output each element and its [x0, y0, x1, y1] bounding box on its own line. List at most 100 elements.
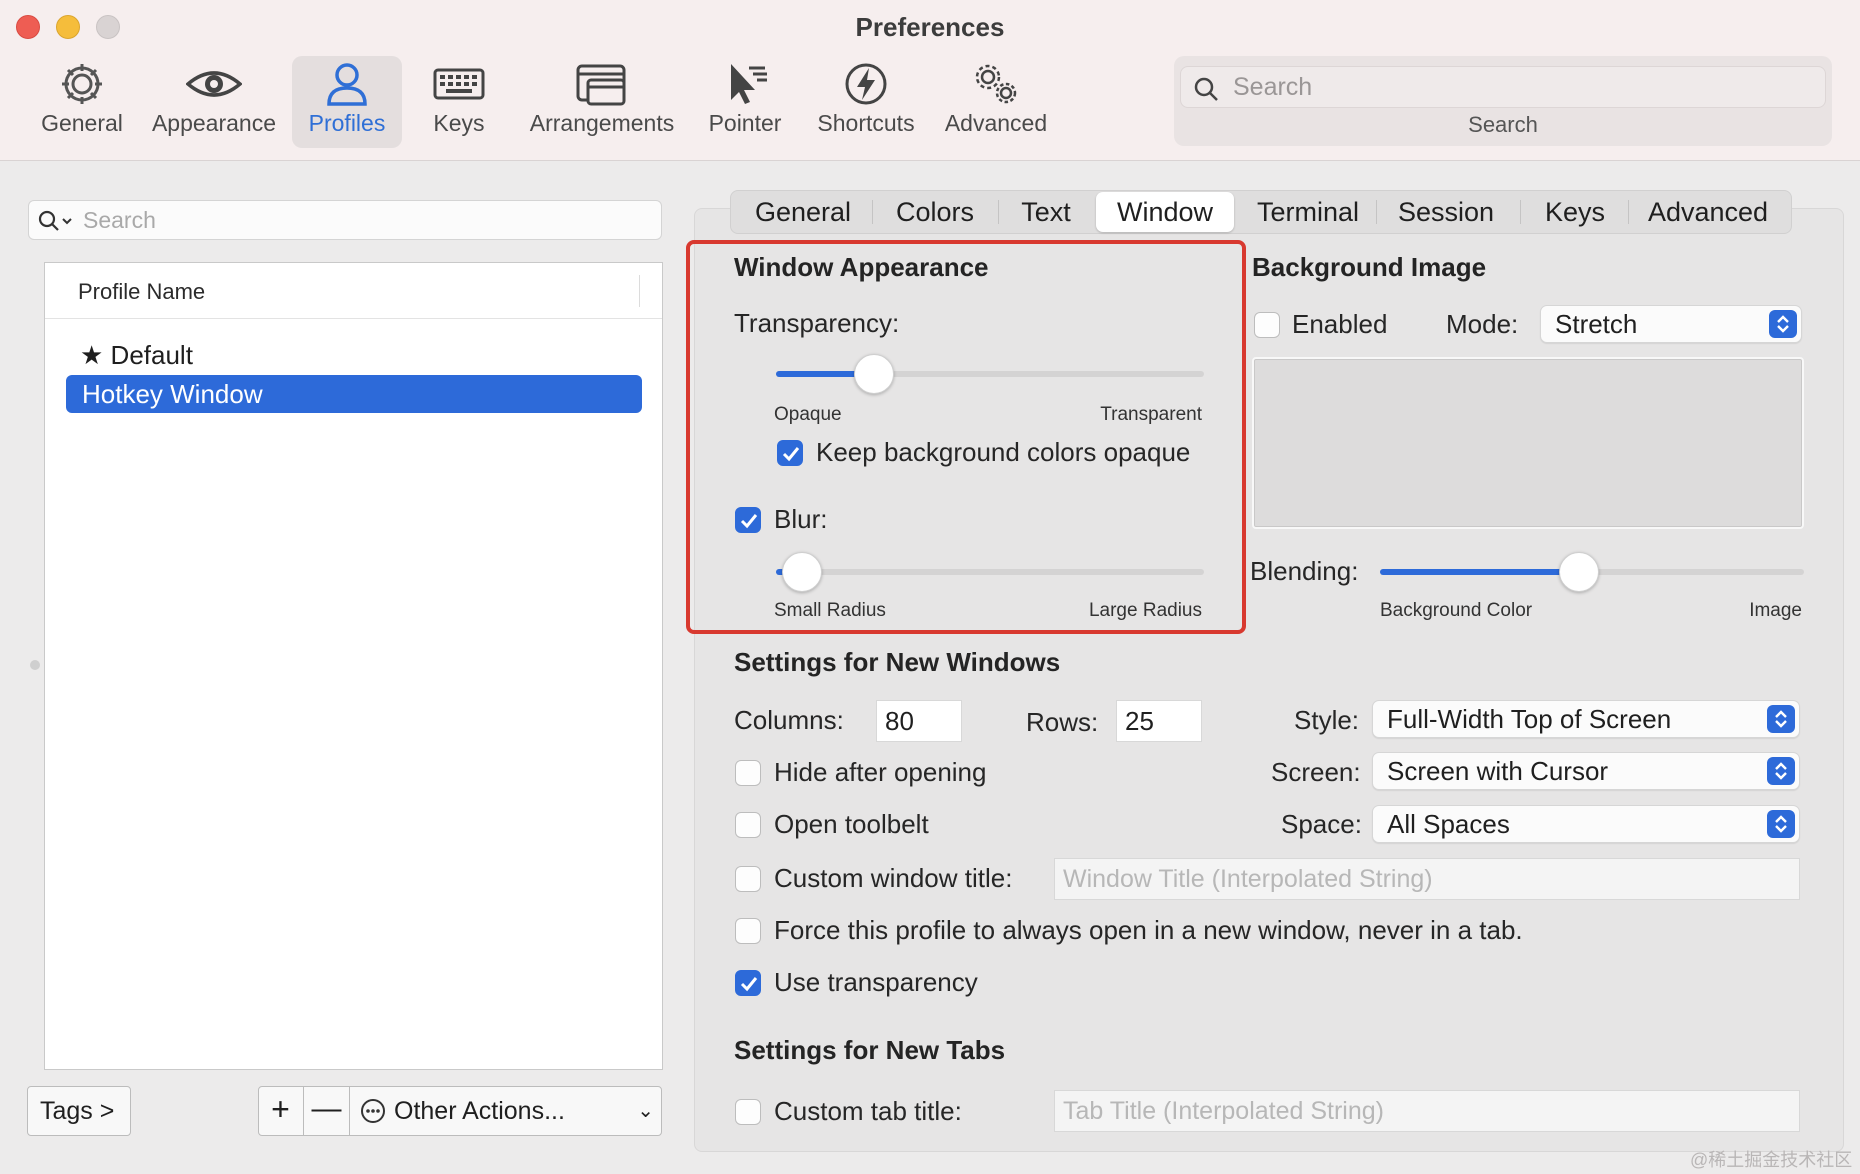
- force-new-window-checkbox[interactable]: [735, 918, 761, 944]
- window-title: Preferences: [855, 12, 1005, 42]
- tab-separator: [998, 200, 999, 224]
- columns-input[interactable]: 80: [876, 700, 962, 742]
- space-value: All Spaces: [1387, 809, 1510, 839]
- style-value: Full-Width Top of Screen: [1387, 704, 1672, 734]
- toolbar-keys[interactable]: Keys: [414, 56, 504, 148]
- tab-terminal[interactable]: Terminal: [1244, 192, 1372, 232]
- hide-after-opening-label: Hide after opening: [774, 757, 987, 787]
- columns-label: Columns:: [734, 705, 844, 735]
- custom-tab-title-label: Custom tab title:: [774, 1096, 962, 1126]
- toolbar-search-caption: Search: [1468, 112, 1538, 137]
- add-profile-button[interactable]: +: [258, 1086, 304, 1136]
- split-view-handle[interactable]: [30, 660, 40, 670]
- other-actions-menu[interactable]: Other Actions... ⌄: [352, 1086, 662, 1136]
- blur-label: Blur:: [774, 504, 828, 534]
- space-select[interactable]: All Spaces: [1372, 805, 1800, 843]
- use-transparency-checkbox[interactable]: [735, 970, 761, 996]
- bg-image-enabled-label: Enabled: [1292, 309, 1388, 339]
- new-tabs-heading: Settings for New Tabs: [734, 1035, 1006, 1065]
- profile-item-label: Hotkey Window: [82, 379, 263, 409]
- open-toolbelt-label: Open toolbelt: [774, 809, 929, 839]
- checkmark-icon: [782, 447, 800, 462]
- bg-image-well[interactable]: [1252, 357, 1804, 529]
- toolbar-profiles[interactable]: Profiles: [292, 56, 402, 148]
- toolbar-appearance-label: Appearance: [151, 110, 277, 136]
- tab-text[interactable]: Text: [1004, 192, 1088, 232]
- gears-icon: [975, 64, 1017, 104]
- tab-separator: [1376, 200, 1377, 224]
- watermark: @稀土掘金技术社区: [1690, 1150, 1853, 1170]
- custom-window-title-input[interactable]: Window Title (Interpolated String): [1054, 858, 1800, 900]
- toolbar-advanced[interactable]: Advanced: [938, 56, 1054, 148]
- toolbar-advanced-label: Advanced: [944, 110, 1048, 136]
- tab-window[interactable]: Window: [1096, 192, 1234, 232]
- open-toolbelt-checkbox[interactable]: [735, 812, 761, 838]
- tab-keys[interactable]: Keys: [1526, 192, 1624, 232]
- hide-after-opening-checkbox[interactable]: [735, 760, 761, 786]
- use-transparency-label: Use transparency: [774, 967, 978, 997]
- checkmark-icon: [740, 977, 758, 992]
- star-icon: ★: [80, 340, 104, 370]
- tab-separator: [1628, 200, 1629, 224]
- tags-button[interactable]: Tags >: [27, 1086, 131, 1136]
- bolt-icon: [845, 63, 887, 105]
- bg-mode-value: Stretch: [1555, 309, 1638, 339]
- profile-item-hotkey-window[interactable]: Hotkey Window: [66, 375, 642, 413]
- column-separator: [639, 275, 640, 307]
- blur-slider[interactable]: [776, 569, 1204, 575]
- toolbar-pointer[interactable]: Pointer: [700, 56, 790, 148]
- search-icon: [1194, 77, 1218, 101]
- toolbar-search-input[interactable]: Search: [1180, 66, 1826, 108]
- profile-item-label: Default: [110, 340, 193, 370]
- keyboard-icon: [433, 68, 485, 100]
- rows-input[interactable]: 25: [1116, 700, 1202, 742]
- checkmark-icon: [740, 514, 758, 529]
- bg-image-enabled-checkbox[interactable]: [1254, 312, 1280, 338]
- tab-advanced[interactable]: Advanced: [1634, 192, 1782, 232]
- blur-slider-knob[interactable]: [781, 552, 822, 592]
- screen-select[interactable]: Screen with Cursor: [1372, 752, 1800, 790]
- toolbar-appearance[interactable]: Appearance: [148, 56, 280, 148]
- toolbar-pointer-label: Pointer: [708, 110, 782, 136]
- eye-icon: [186, 71, 242, 97]
- tab-general[interactable]: General: [740, 192, 866, 232]
- screen-label: Screen:: [1271, 757, 1361, 787]
- tab-separator: [872, 200, 873, 224]
- select-stepper-icon: [1769, 310, 1797, 338]
- toolbar-general[interactable]: General: [34, 56, 130, 148]
- custom-window-title-checkbox[interactable]: [735, 866, 761, 892]
- profile-search-input[interactable]: Search: [28, 200, 662, 240]
- custom-tab-title-checkbox[interactable]: [735, 1099, 761, 1125]
- rows-label: Rows:: [1026, 707, 1099, 737]
- tab-separator: [1520, 200, 1521, 224]
- style-select[interactable]: Full-Width Top of Screen: [1372, 700, 1800, 738]
- space-label: Space:: [1281, 809, 1362, 839]
- windows-icon: [576, 64, 626, 106]
- profile-list-header[interactable]: Profile Name: [45, 263, 662, 319]
- toolbar-keys-label: Keys: [433, 110, 485, 136]
- blending-min-label: Background Color: [1380, 600, 1533, 621]
- profile-search-placeholder: Search: [83, 207, 156, 233]
- screen-value: Screen with Cursor: [1387, 756, 1609, 786]
- toolbar-arrangements[interactable]: Arrangements: [524, 56, 680, 148]
- bg-mode-select[interactable]: Stretch: [1540, 305, 1802, 343]
- person-icon: [327, 63, 367, 106]
- blending-label: Blending:: [1250, 556, 1359, 586]
- toolbar-arrangements-label: Arrangements: [529, 110, 675, 136]
- blending-slider-knob[interactable]: [1559, 552, 1600, 592]
- other-actions-label: Other Actions...: [394, 1097, 565, 1125]
- blending-max-label: Image: [1749, 600, 1802, 621]
- select-stepper-icon: [1767, 810, 1795, 838]
- toolbar-search-placeholder: Search: [1233, 73, 1313, 101]
- tab-session[interactable]: Session: [1382, 192, 1510, 232]
- blur-checkbox[interactable]: [735, 507, 761, 533]
- remove-profile-button[interactable]: —: [304, 1086, 350, 1136]
- custom-tab-title-input[interactable]: Tab Title (Interpolated String): [1054, 1090, 1800, 1132]
- keep-bg-opaque-label: Keep background colors opaque: [816, 437, 1191, 467]
- tab-colors[interactable]: Colors: [878, 192, 992, 232]
- toolbar-shortcuts[interactable]: Shortcuts: [812, 56, 920, 148]
- profile-item-default[interactable]: ★ Default: [80, 340, 193, 371]
- search-icon: [38, 210, 72, 231]
- transparency-min-label: Opaque: [774, 404, 842, 425]
- keep-bg-opaque-checkbox[interactable]: [777, 440, 803, 466]
